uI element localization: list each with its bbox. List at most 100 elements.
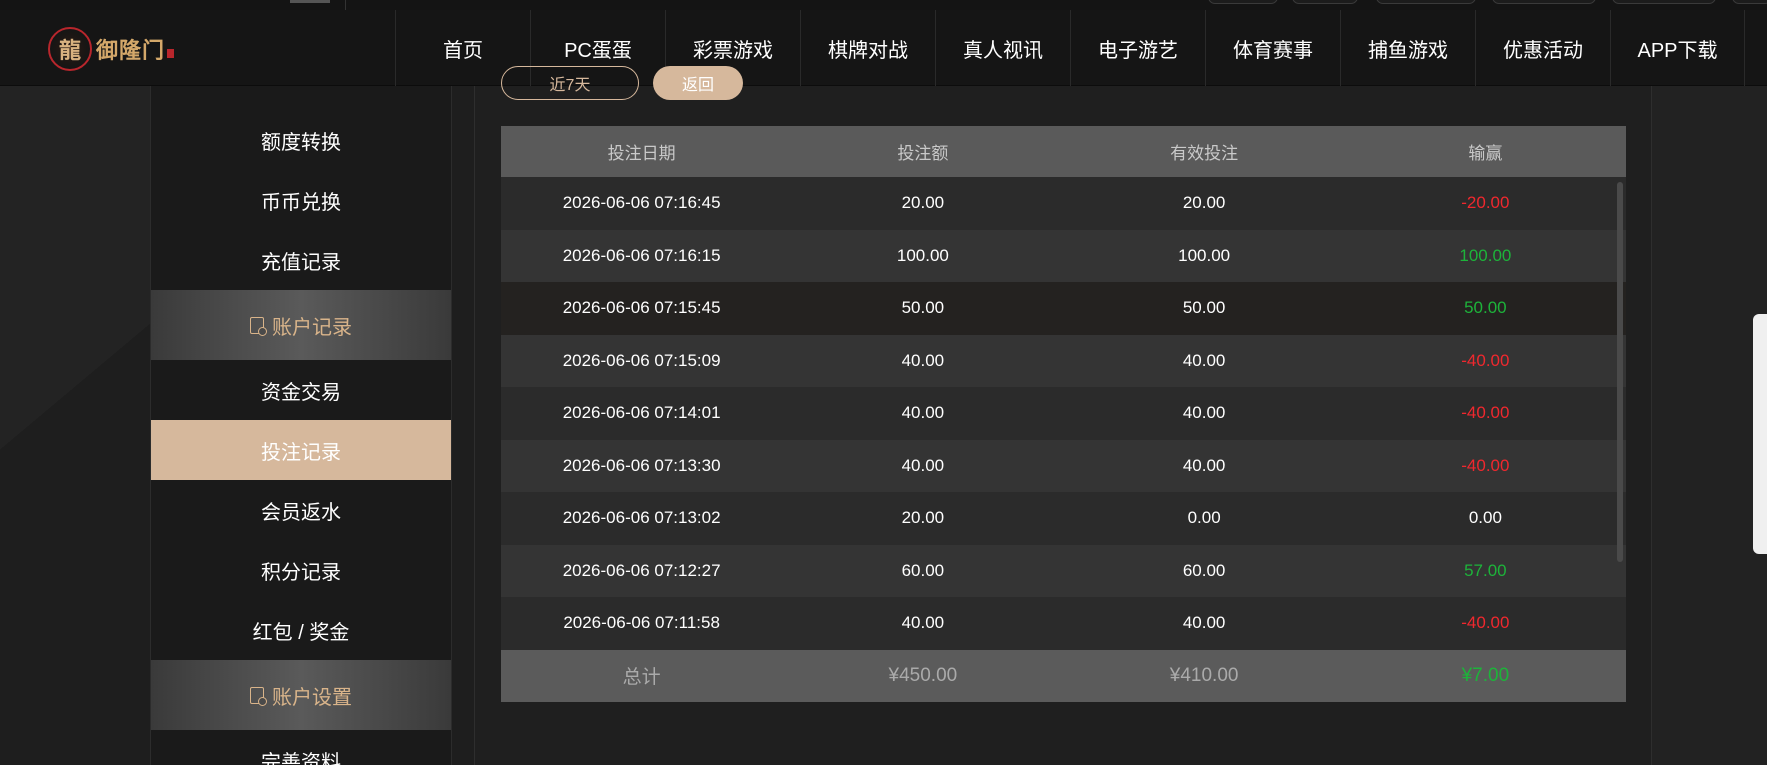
total-valid-bet: ¥410.00 bbox=[1169, 664, 1239, 686]
nav-item-sports[interactable]: 体育赛事 bbox=[1205, 10, 1340, 86]
bet-date-cell: 2026-06-06 07:14:01 bbox=[562, 403, 721, 423]
bet-amount-cell: 100.00 bbox=[896, 245, 949, 265]
table-scrollbar[interactable] bbox=[1617, 182, 1623, 562]
bet-amount-cell: 20.00 bbox=[901, 193, 945, 213]
sidebar-section-label: 账户记录 bbox=[272, 316, 352, 339]
sidebar-item-deposit-records[interactable]: 充值记录 bbox=[151, 230, 451, 290]
sidebar-item-credit-transfer[interactable]: 额度转换 bbox=[151, 110, 451, 170]
bet-date-cell: 2026-06-06 07:13:02 bbox=[562, 508, 721, 528]
bet-date-cell: 2026-06-06 07:15:45 bbox=[562, 298, 721, 318]
total-bet-amount: ¥450.00 bbox=[888, 664, 958, 686]
win-loss-cell: 50.00 bbox=[1464, 298, 1507, 318]
table-row[interactable]: 2026-06-06 07:16:15 100.00 100.00 100.00 bbox=[501, 229, 1626, 282]
nav-item-promotions[interactable]: 优惠活动 bbox=[1475, 10, 1610, 86]
sidebar-item-coin-exchange[interactable]: 币币兑换 bbox=[151, 170, 451, 230]
bet-amount-cell: 40.00 bbox=[901, 455, 945, 475]
top-utility-button[interactable] bbox=[1492, 0, 1596, 4]
table-row[interactable]: 2026-06-06 07:13:30 40.00 40.00 -40.00 bbox=[501, 439, 1626, 492]
table-header: 投注日期 投注额 有效投注 输赢 bbox=[501, 126, 1626, 177]
valid-bet-cell: 50.00 bbox=[1182, 298, 1226, 318]
bet-amount-cell: 40.00 bbox=[901, 613, 945, 633]
total-label: 总计 bbox=[622, 667, 661, 688]
bet-records-panel: 近7天 返回 投注日期 投注额 有效投注 输赢 2026-06-06 07:16… bbox=[474, 66, 1652, 765]
bet-amount-cell: 20.00 bbox=[901, 508, 945, 528]
site-header: 龍 御隆门 首页 PC蛋蛋 彩票游戏 棋牌对战 真人视讯 电子游艺 体育赛事 捕… bbox=[0, 10, 1767, 86]
top-utility-button[interactable] bbox=[1732, 0, 1767, 4]
total-win-loss: ¥7.00 bbox=[1461, 664, 1510, 686]
win-loss-cell: -40.00 bbox=[1461, 613, 1510, 633]
valid-bet-cell: 100.00 bbox=[1178, 245, 1231, 265]
user-card-icon bbox=[250, 686, 267, 706]
sidebar-item-points-records[interactable]: 积分记录 bbox=[151, 540, 451, 600]
nav-item-card-games[interactable]: 棋牌对战 bbox=[800, 10, 935, 86]
nav-item-app-download[interactable]: APP下载 bbox=[1610, 10, 1745, 86]
sidebar-section-account-records: 账户记录 bbox=[151, 290, 451, 360]
bet-records-table: 投注日期 投注额 有效投注 输赢 2026-06-06 07:16:45 20.… bbox=[501, 126, 1626, 702]
valid-bet-cell: 0.00 bbox=[1187, 508, 1221, 528]
sidebar-item-complete-profile[interactable]: 完善资料 bbox=[151, 730, 451, 765]
table-footer-totals: 总计 ¥450.00 ¥410.00 ¥7.00 bbox=[501, 649, 1626, 702]
win-loss-cell: -40.00 bbox=[1461, 403, 1510, 423]
top-utility-button[interactable] bbox=[1612, 0, 1716, 4]
top-utility-button[interactable] bbox=[1292, 0, 1358, 4]
back-button[interactable]: 返回 bbox=[653, 66, 743, 100]
sidebar-item-red-packet-bonus[interactable]: 红包 / 奖金 bbox=[151, 600, 451, 660]
site-logo[interactable]: 龍 御隆门 bbox=[48, 22, 178, 76]
valid-bet-cell: 40.00 bbox=[1182, 350, 1226, 370]
sidebar-item-member-rebate[interactable]: 会员返水 bbox=[151, 480, 451, 540]
top-tab-indicator bbox=[290, 0, 330, 3]
sidebar-section-account-settings: 账户设置 bbox=[151, 660, 451, 730]
bet-amount-cell: 40.00 bbox=[901, 350, 945, 370]
column-header-valid-bet: 有效投注 bbox=[1170, 144, 1239, 163]
logo-seal-icon bbox=[167, 48, 175, 58]
bet-date-cell: 2026-06-06 07:15:09 bbox=[562, 350, 721, 370]
nav-item-live-casino[interactable]: 真人视讯 bbox=[935, 10, 1070, 86]
table-row[interactable]: 2026-06-06 07:15:09 40.00 40.00 -40.00 bbox=[501, 334, 1626, 387]
win-loss-cell: 0.00 bbox=[1468, 508, 1502, 528]
valid-bet-cell: 60.00 bbox=[1182, 560, 1226, 580]
logo-text: 御隆门 bbox=[96, 38, 166, 64]
valid-bet-cell: 20.00 bbox=[1182, 193, 1226, 213]
sidebar-section-label: 账户设置 bbox=[272, 686, 352, 709]
account-sidebar: 提现 额度转换 币币兑换 充值记录 账户记录 资金交易 投注记录 会员返水 积分… bbox=[150, 86, 452, 765]
valid-bet-cell: 40.00 bbox=[1182, 403, 1226, 423]
table-row[interactable]: 2026-06-06 07:14:01 40.00 40.00 -40.00 bbox=[501, 387, 1626, 440]
bet-date-cell: 2026-06-06 07:16:45 bbox=[562, 193, 721, 213]
table-row[interactable]: 2026-06-06 07:12:27 60.00 60.00 57.00 bbox=[501, 544, 1626, 597]
win-loss-cell: -40.00 bbox=[1461, 350, 1510, 370]
top-divider bbox=[345, 0, 346, 10]
valid-bet-cell: 40.00 bbox=[1182, 613, 1226, 633]
sidebar-item-withdraw[interactable]: 提现 bbox=[151, 86, 451, 104]
win-loss-cell: 100.00 bbox=[1459, 245, 1512, 265]
column-header-bet-date: 投注日期 bbox=[607, 144, 676, 163]
nav-item-slots[interactable]: 电子游艺 bbox=[1070, 10, 1205, 86]
top-utility-button[interactable] bbox=[1208, 0, 1278, 4]
win-loss-cell: 57.00 bbox=[1464, 560, 1507, 580]
valid-bet-cell: 40.00 bbox=[1182, 455, 1226, 475]
table-row[interactable]: 2026-06-06 07:16:45 20.00 20.00 -20.00 bbox=[501, 177, 1626, 230]
bet-amount-cell: 50.00 bbox=[901, 298, 945, 318]
top-utility-button[interactable] bbox=[1376, 0, 1476, 4]
nav-item-fishing[interactable]: 捕鱼游戏 bbox=[1340, 10, 1475, 86]
column-header-bet-amount: 投注额 bbox=[897, 144, 949, 163]
floating-side-tab[interactable] bbox=[1753, 314, 1767, 554]
top-utility-bar bbox=[0, 0, 1767, 10]
win-loss-cell: -40.00 bbox=[1461, 455, 1510, 475]
bet-date-cell: 2026-06-06 07:12:27 bbox=[562, 560, 721, 580]
date-range-button[interactable]: 近7天 bbox=[501, 66, 639, 100]
table-body: 2026-06-06 07:16:45 20.00 20.00 -20.00 2… bbox=[501, 177, 1626, 650]
table-row[interactable]: 2026-06-06 07:11:58 40.00 40.00 -40.00 bbox=[501, 597, 1626, 650]
record-icon bbox=[250, 316, 267, 336]
bet-date-cell: 2026-06-06 07:13:30 bbox=[562, 455, 721, 475]
bet-amount-cell: 60.00 bbox=[901, 560, 945, 580]
sidebar-item-fund-transactions[interactable]: 资金交易 bbox=[151, 360, 451, 420]
column-header-win-loss: 输赢 bbox=[1468, 144, 1503, 163]
table-row[interactable]: 2026-06-06 07:13:02 20.00 0.00 0.00 bbox=[501, 492, 1626, 545]
table-row[interactable]: 2026-06-06 07:15:45 50.00 50.00 50.00 bbox=[501, 282, 1626, 335]
win-loss-cell: -20.00 bbox=[1461, 193, 1510, 213]
bet-date-cell: 2026-06-06 07:16:15 bbox=[562, 245, 721, 265]
sidebar-item-bet-records[interactable]: 投注记录 bbox=[151, 420, 451, 480]
bet-amount-cell: 40.00 bbox=[901, 403, 945, 423]
bet-date-cell: 2026-06-06 07:11:58 bbox=[563, 613, 720, 633]
dragon-emblem-icon: 龍 bbox=[48, 27, 92, 71]
